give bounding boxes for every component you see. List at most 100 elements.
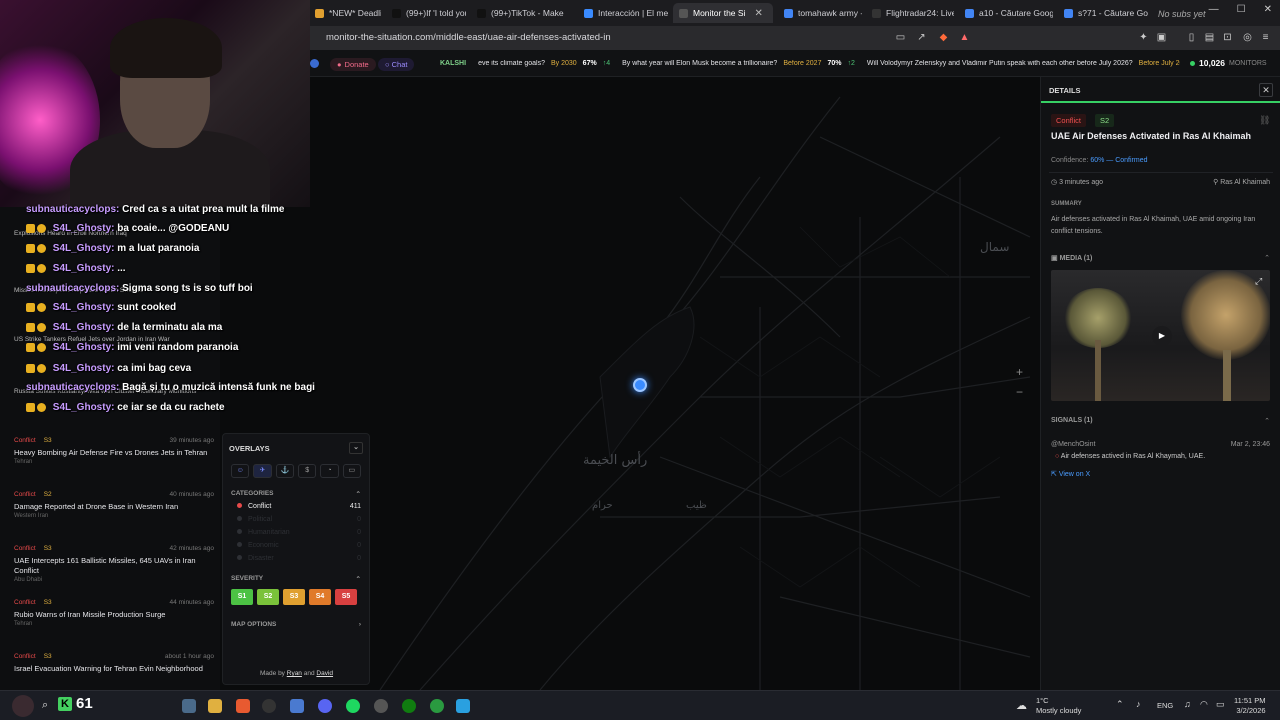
url-field[interactable]: monitor-the-situation.com/middle-east/ua… [326, 32, 611, 43]
tab-close-icon[interactable]: ✕ [754, 8, 762, 19]
news-item[interactable]: Conflict S3 42 minutes ago UAE Intercepts 1… [14, 545, 214, 583]
sidebar-toggle-icon[interactable]: ▯ [1186, 32, 1197, 43]
chat-button[interactable]: ○ Chat [378, 58, 415, 71]
play-icon[interactable]: ▶ [1152, 326, 1172, 346]
chevron-up-icon[interactable]: ⌃ [1264, 417, 1270, 425]
signal-author[interactable]: @MenchOsint [1051, 441, 1095, 448]
browser-tab[interactable]: (99+)TikTok - Make [471, 3, 571, 23]
ticker-item[interactable]: eve its climate goals? By 2030 67% ↑4 [478, 60, 616, 67]
wallet-icon[interactable]: ▤ [1204, 32, 1215, 43]
bookmark-icon[interactable]: ⊡ [1222, 32, 1233, 43]
obs-icon[interactable] [262, 699, 276, 713]
severity-button[interactable]: S1 [231, 589, 253, 605]
vpn-icon[interactable]: ◎ [1242, 32, 1253, 43]
signals-label[interactable]: SIGNALS (1) [1051, 417, 1093, 424]
plane-icon[interactable]: ✈ [253, 464, 272, 478]
score-widget[interactable]: K 61 [58, 695, 93, 712]
category-filter[interactable]: Disaster 0 [223, 552, 369, 565]
link-icon[interactable]: ⛓ [1259, 115, 1270, 126]
author-link[interactable]: David [316, 670, 333, 677]
telegram-icon[interactable] [456, 699, 470, 713]
ticker-item[interactable]: Will Volodymyr Zelenskyy and Vladimir Pu… [867, 60, 1180, 67]
zoom-out-button[interactable]: − [1016, 385, 1023, 399]
badges [26, 322, 50, 333]
expand-icon[interactable]: ⤢ [1255, 276, 1262, 287]
zoom-in-button[interactable]: + [1016, 365, 1023, 379]
clock[interactable]: 11:51 PM 3/2/2026 [1234, 696, 1266, 716]
browser-tab[interactable]: Flightradar24: Live [866, 3, 954, 23]
brave-icon[interactable] [236, 699, 250, 713]
view-on-x-link[interactable]: ⇱ View on X [1051, 470, 1090, 478]
map-options-label[interactable]: MAP OPTIONS [231, 621, 276, 628]
mic-icon[interactable]: ♪ [1136, 699, 1150, 713]
news-item[interactable]: Conflict S3 about 1 hour ago Israel Evacuat… [14, 653, 214, 675]
ship-icon[interactable]: ⚓ [275, 464, 294, 478]
event-marker[interactable] [633, 378, 647, 392]
browser-tab[interactable]: (99+)If 'I told you s [386, 3, 466, 23]
brave-shield-icon[interactable]: ◆ [938, 32, 949, 43]
maximize-icon[interactable]: ☐ [1237, 4, 1246, 15]
screenshot-icon[interactable]: ▣ [1156, 32, 1167, 43]
severity-button[interactable]: S3 [283, 589, 305, 605]
chevron-up-icon[interactable]: ⌃ [356, 575, 361, 583]
chevron-up-icon[interactable]: ⌃ [356, 490, 361, 498]
taskview-icon[interactable] [182, 699, 196, 713]
ticker-item[interactable]: KALSHI [440, 60, 472, 67]
palm-tree [1063, 288, 1133, 348]
category-filter[interactable]: Humanitarian 0 [223, 526, 369, 539]
browser-tab[interactable]: Interacción | El mej [578, 3, 668, 23]
xbox-icon[interactable] [402, 699, 416, 713]
rewards-icon[interactable]: ▲ [959, 32, 970, 43]
donate-button[interactable]: ● Donate [330, 58, 376, 71]
category-filter[interactable]: Conflict 411 [223, 500, 369, 513]
screen-icon[interactable]: ▭ [895, 32, 906, 43]
ticker-item[interactable]: By what year will Elon Musk become a tri… [622, 60, 861, 67]
media-video[interactable]: ▶ ⤢ [1051, 270, 1270, 401]
author-link[interactable]: Ryan [287, 670, 302, 677]
search-icon[interactable]: ⌕ [42, 699, 56, 713]
chevron-up-icon[interactable]: ⌃ [1116, 699, 1130, 713]
chat-text: m a luat paranoia [117, 243, 200, 254]
minimize-icon[interactable]: — [1209, 4, 1219, 15]
volume-icon[interactable]: ♫ [1184, 699, 1198, 713]
chevron-up-icon[interactable]: ⌃ [1264, 254, 1270, 262]
profile-avatar[interactable] [12, 695, 34, 717]
news-item[interactable]: Conflict S2 40 minutes ago Damage Reported … [14, 491, 214, 519]
dollar-icon[interactable]: $ [297, 464, 317, 478]
menu-icon[interactable]: ≡ [1260, 32, 1271, 43]
camera-icon[interactable]: ▭ [342, 464, 361, 478]
news-item[interactable]: Conflict S3 39 minutes ago Heavy Bombing Ai… [14, 437, 214, 465]
spotify-icon[interactable] [346, 699, 360, 713]
steam-icon[interactable] [374, 699, 388, 713]
severity-button[interactable]: S4 [309, 589, 331, 605]
share-icon[interactable]: ↗ [916, 32, 927, 43]
chevron-down-icon[interactable]: ⌄ [349, 442, 363, 454]
signal-icon[interactable]: ◔ [320, 464, 339, 478]
severity-button[interactable]: S2 [257, 589, 279, 605]
close-window-icon[interactable]: ✕ [1264, 4, 1272, 15]
wifi-icon[interactable]: ◠ [1200, 699, 1214, 713]
people-icon[interactable]: ☺ [231, 464, 250, 478]
language-indicator[interactable]: ENG [1157, 701, 1173, 710]
browser-tab[interactable]: a10 - Căutare Goog [959, 3, 1053, 23]
chat-text: sunt cooked [117, 302, 177, 313]
browser-tab[interactable]: s?71 - Căutare Goo [1058, 3, 1148, 23]
discord-icon[interactable] [318, 699, 332, 713]
extensions-icon[interactable]: ✦ [1138, 32, 1149, 43]
news-item[interactable]: Conflict S3 44 minutes ago Rubio Warns of I… [14, 599, 214, 627]
store-icon[interactable] [290, 699, 304, 713]
browser-tab[interactable]: *NEW* Deadline M [309, 3, 381, 23]
browser-tab[interactable]: Monitor the Si ✕ [673, 3, 773, 23]
folder-icon[interactable] [208, 699, 222, 713]
app-icon[interactable] [430, 699, 444, 713]
badges [26, 363, 50, 374]
category-filter[interactable]: Political 0 [223, 513, 369, 526]
category-filter[interactable]: Economic 0 [223, 539, 369, 552]
chevron-right-icon[interactable]: › [359, 621, 361, 628]
battery-icon[interactable]: ▭ [1216, 699, 1230, 713]
browser-tab[interactable]: tomahawk army - C [778, 3, 862, 23]
media-label[interactable]: ▣ MEDIA (1) [1051, 254, 1092, 262]
weather-widget[interactable]: 1°C Mostly cloudy [1036, 696, 1081, 716]
close-icon[interactable]: ✕ [1259, 83, 1273, 97]
severity-button[interactable]: S5 [335, 589, 357, 605]
